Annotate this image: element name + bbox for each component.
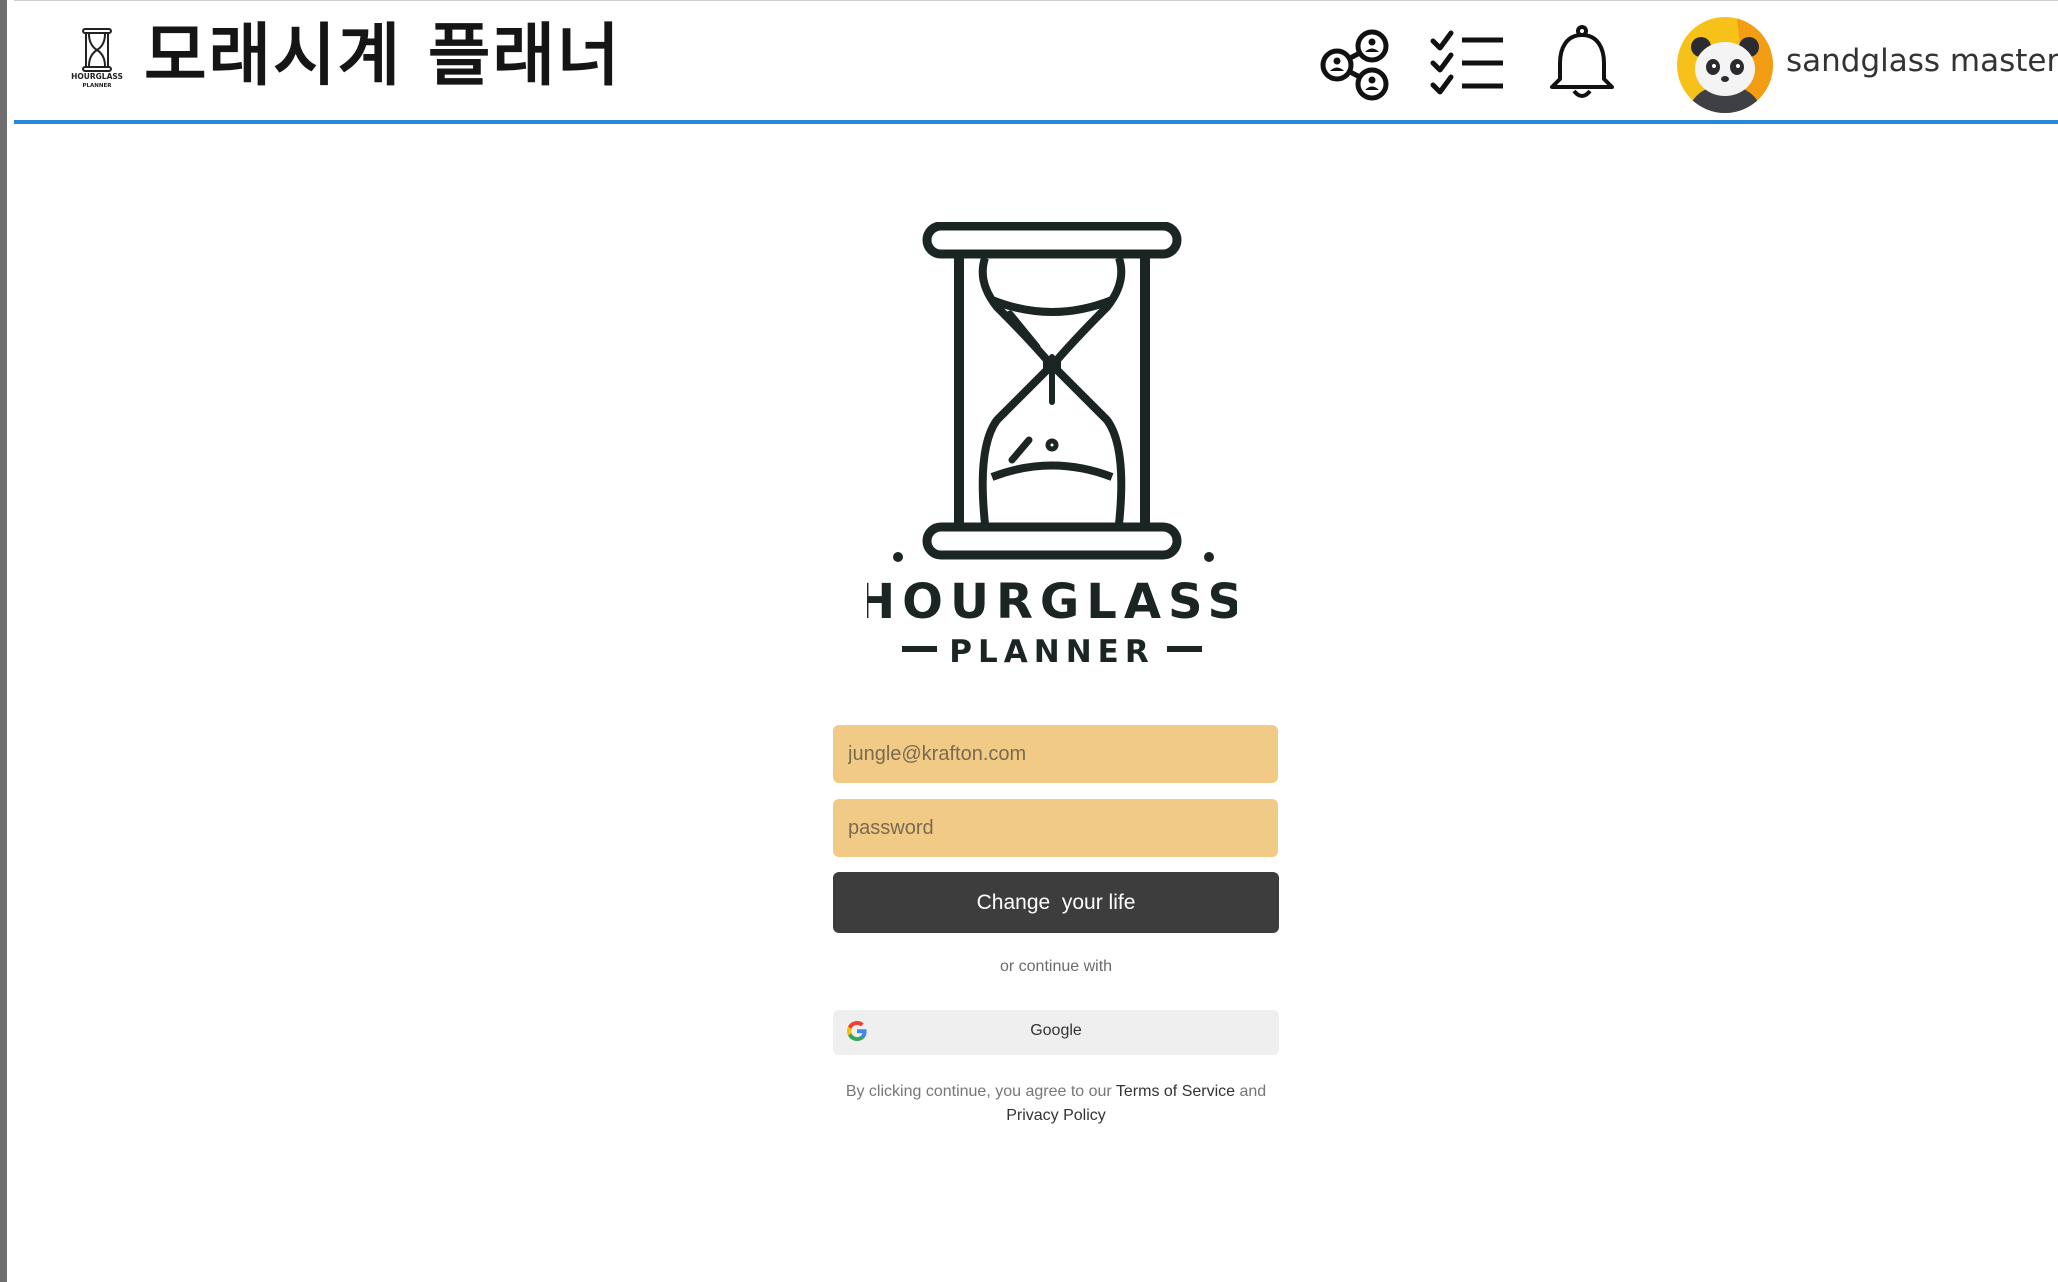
google-button-label: Google — [1030, 1022, 1082, 1039]
hourglass-planner-logo: HOURGLASS PLANNER — [867, 222, 1237, 670]
password-field[interactable] — [833, 799, 1278, 857]
email-field[interactable] — [833, 725, 1278, 783]
hourglass-logo-icon[interactable]: HOURGLASS PLANNER — [68, 27, 126, 89]
privacy-policy-link[interactable]: Privacy Policy — [1006, 1107, 1106, 1124]
username-label[interactable]: sandglass master — [1786, 37, 2058, 85]
legal-middle: and — [1235, 1083, 1267, 1100]
avatar[interactable] — [1677, 17, 1773, 113]
google-signin-button[interactable]: Google — [833, 1010, 1279, 1055]
top-header: HOURGLASS PLANNER 모래시계 플래너 sandglass mas… — [14, 0, 2058, 124]
hourglass-icon — [922, 222, 1182, 560]
logo-title: HOURGLASS — [867, 574, 1237, 630]
checklist-icon[interactable] — [1429, 27, 1505, 103]
divider-text: or continue with — [999, 958, 1113, 975]
panda-avatar-icon — [1677, 17, 1773, 113]
app-title: 모래시계 플래너 — [144, 17, 622, 96]
legal-prefix: By clicking continue, you agree to our — [845, 1083, 1116, 1100]
app-window: HOURGLASS PLANNER 모래시계 플래너 sandglass mas… — [0, 0, 2058, 1282]
logo-text-top: HOURGLASS — [71, 72, 123, 81]
legal-notice: By clicking continue, you agree to our T… — [813, 1080, 1299, 1128]
terms-of-service-link[interactable]: Terms of Service — [1116, 1083, 1235, 1100]
logo-text-bottom: PLANNER — [83, 83, 113, 89]
share-network-icon[interactable] — [1319, 27, 1395, 103]
bell-icon[interactable] — [1544, 25, 1620, 101]
logo-subtitle: PLANNER — [949, 634, 1154, 670]
login-submit-button[interactable]: Change your life — [833, 872, 1279, 933]
google-icon — [847, 1021, 867, 1041]
